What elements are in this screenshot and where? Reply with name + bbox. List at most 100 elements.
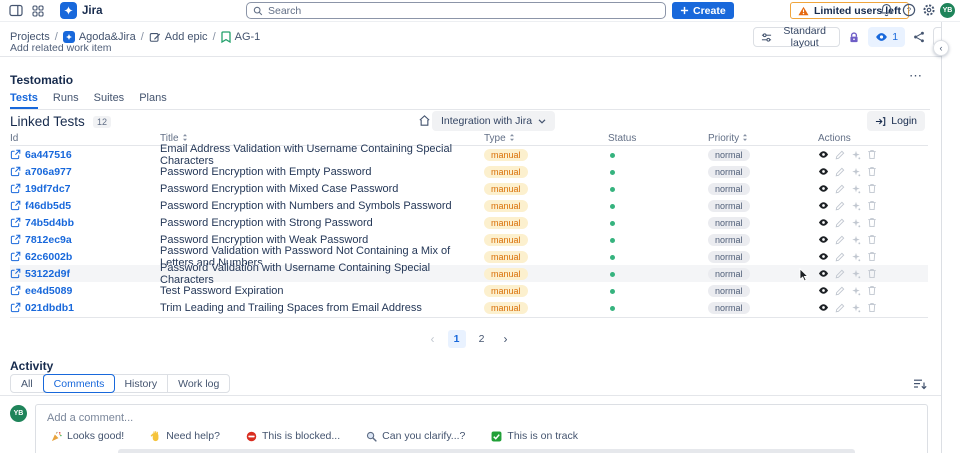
edit-pencil-icon[interactable] — [834, 166, 845, 177]
table-row[interactable]: f46db5d5 Password Encryption with Number… — [10, 197, 928, 214]
edit-pencil-icon[interactable] — [834, 183, 845, 194]
tab-tests[interactable]: Tests — [10, 92, 38, 109]
column-priority[interactable]: Priority — [708, 133, 810, 145]
quick-reply-chip[interactable]: Need help? — [150, 430, 220, 442]
comment-input[interactable]: Add a comment... Looks good! Need help? Th… — [35, 404, 928, 453]
user-avatar[interactable]: YB — [940, 3, 955, 18]
breadcrumb-projects[interactable]: Projects — [10, 31, 50, 43]
view-eye-icon[interactable] — [818, 234, 829, 245]
sparkle-icon[interactable] — [850, 183, 861, 194]
external-link-icon[interactable] — [10, 234, 21, 245]
next-page-button[interactable]: › — [498, 331, 514, 347]
view-eye-icon[interactable] — [818, 302, 829, 313]
sidebar-toggle-icon[interactable] — [8, 3, 24, 19]
sparkle-icon[interactable] — [850, 200, 861, 211]
edit-pencil-icon[interactable] — [834, 302, 845, 313]
trash-icon[interactable] — [866, 183, 877, 194]
test-id-link[interactable]: 62c6002b — [25, 251, 72, 263]
prev-page-button[interactable]: ‹ — [425, 331, 441, 347]
test-id-link[interactable]: 74b5d4bb — [25, 217, 74, 229]
test-id-link[interactable]: 53122d9f — [25, 268, 70, 280]
page-2-button[interactable]: 2 — [473, 330, 491, 348]
breadcrumb-add-epic[interactable]: Add epic — [149, 31, 208, 43]
home-icon[interactable] — [418, 114, 432, 128]
external-link-icon[interactable] — [10, 302, 21, 313]
trash-icon[interactable] — [866, 217, 877, 228]
edit-pencil-icon[interactable] — [834, 200, 845, 211]
edit-pencil-icon[interactable] — [834, 149, 845, 160]
quick-reply-chip[interactable]: This is on track — [491, 430, 578, 442]
trash-icon[interactable] — [866, 302, 877, 313]
page-1-button[interactable]: 1 — [447, 330, 466, 348]
test-id-link[interactable]: 19df7dc7 — [25, 183, 71, 195]
view-eye-icon[interactable] — [818, 166, 829, 177]
login-button[interactable]: Login — [867, 111, 925, 131]
lock-icon[interactable] — [846, 27, 862, 47]
sparkle-icon[interactable] — [850, 251, 861, 262]
trash-icon[interactable] — [866, 251, 877, 262]
external-link-icon[interactable] — [10, 268, 21, 279]
app-switcher-icon[interactable] — [30, 3, 46, 19]
sparkle-icon[interactable] — [850, 302, 861, 313]
table-row[interactable]: 021dbdb1 Trim Leading and Trailing Space… — [10, 299, 928, 316]
tab-history[interactable]: History — [114, 375, 169, 392]
external-link-icon[interactable] — [10, 166, 21, 177]
test-id-link[interactable]: 7812ec9a — [25, 234, 72, 246]
view-eye-icon[interactable] — [818, 183, 829, 194]
breadcrumb-project[interactable]: Agoda&Jira — [62, 31, 136, 43]
tab-comments[interactable]: Comments — [42, 374, 116, 393]
trash-icon[interactable] — [866, 200, 877, 211]
edit-pencil-icon[interactable] — [834, 234, 845, 245]
trash-icon[interactable] — [866, 149, 877, 160]
trash-icon[interactable] — [866, 166, 877, 177]
external-link-icon[interactable] — [10, 183, 21, 194]
settings-gear-icon[interactable] — [922, 3, 938, 19]
external-link-icon[interactable] — [10, 251, 21, 262]
test-id-link[interactable]: a706a977 — [25, 166, 72, 178]
sparkle-icon[interactable] — [850, 217, 861, 228]
edit-pencil-icon[interactable] — [834, 251, 845, 262]
tab-runs[interactable]: Runs — [53, 92, 79, 109]
table-row[interactable]: 53122d9f Password Validation with Userna… — [10, 262, 928, 286]
trash-icon[interactable] — [866, 268, 877, 279]
quick-reply-chip[interactable]: Looks good! — [51, 430, 124, 442]
quick-reply-chip[interactable]: Can you clarify...? — [366, 430, 465, 442]
sparkle-icon[interactable] — [850, 234, 861, 245]
edit-pencil-icon[interactable] — [834, 268, 845, 279]
test-id-link[interactable]: 021dbdb1 — [25, 302, 74, 314]
breadcrumb-issue[interactable]: AG-1 — [220, 31, 260, 43]
external-link-icon[interactable] — [10, 200, 21, 211]
view-eye-icon[interactable] — [818, 200, 829, 211]
trash-icon[interactable] — [866, 285, 877, 296]
test-id-link[interactable]: f46db5d5 — [25, 200, 71, 212]
table-row[interactable]: 74b5d4bb Password Encryption with Strong… — [10, 214, 928, 231]
column-id[interactable]: Id — [10, 133, 160, 145]
share-icon[interactable] — [911, 27, 927, 47]
tab-work-log[interactable]: Work log — [168, 375, 229, 392]
collapse-panel-button[interactable]: ‹ — [933, 40, 949, 56]
view-eye-icon[interactable] — [818, 268, 829, 279]
testomatio-more-button[interactable]: ⋯ — [905, 69, 927, 85]
tab-plans[interactable]: Plans — [139, 92, 167, 109]
help-icon[interactable]: ? — [902, 3, 918, 19]
table-row[interactable]: ee4d5089 Test Password Expiration manual… — [10, 282, 928, 299]
search-input[interactable]: Search — [246, 2, 666, 19]
trash-icon[interactable] — [866, 234, 877, 245]
tab-suites[interactable]: Suites — [94, 92, 125, 109]
view-eye-icon[interactable] — [818, 251, 829, 262]
external-link-icon[interactable] — [10, 285, 21, 296]
external-link-icon[interactable] — [10, 149, 21, 160]
sparkle-icon[interactable] — [850, 166, 861, 177]
notifications-bell-icon[interactable] — [880, 3, 896, 19]
external-link-icon[interactable] — [10, 217, 21, 228]
test-id-link[interactable]: ee4d5089 — [25, 285, 72, 297]
sparkle-icon[interactable] — [850, 149, 861, 160]
table-row[interactable]: 19df7dc7 Password Encryption with Mixed … — [10, 180, 928, 197]
watchers-button[interactable]: 1 — [868, 27, 906, 47]
edit-pencil-icon[interactable] — [834, 217, 845, 228]
sparkle-icon[interactable] — [850, 285, 861, 296]
view-eye-icon[interactable] — [818, 217, 829, 228]
view-eye-icon[interactable] — [818, 149, 829, 160]
table-row[interactable]: 6a447516 Email Address Validation with U… — [10, 143, 928, 167]
edit-pencil-icon[interactable] — [834, 285, 845, 296]
